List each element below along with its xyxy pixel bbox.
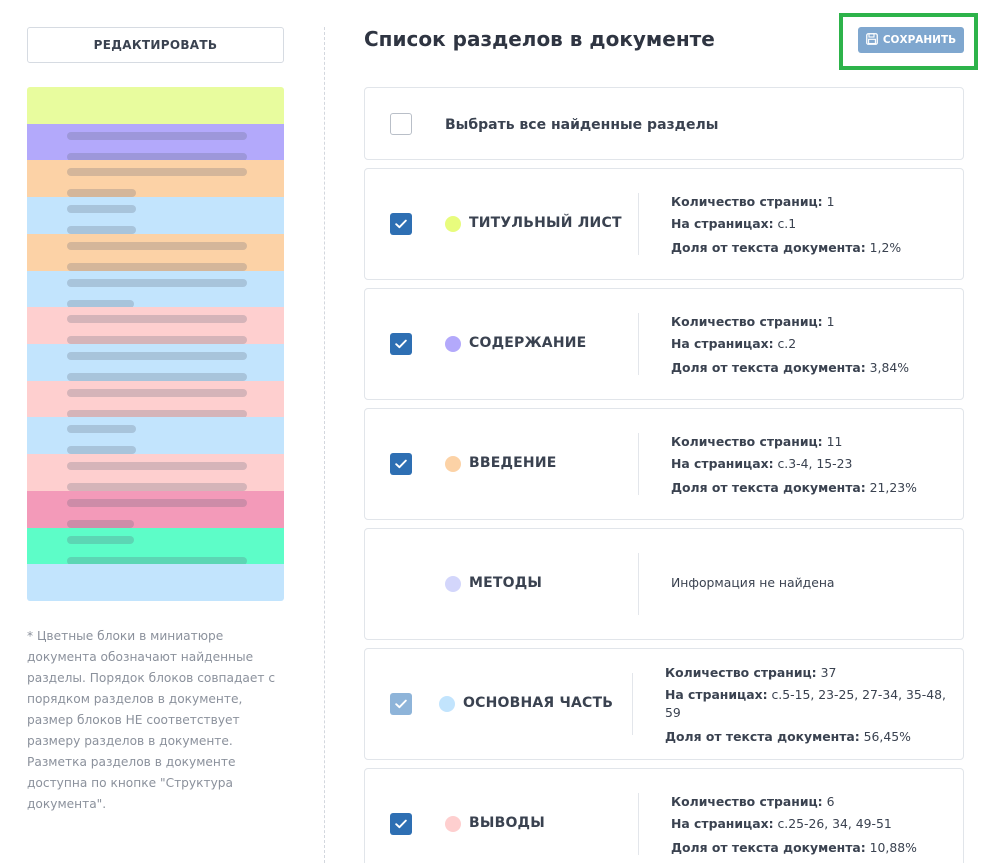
section-separator — [638, 193, 639, 255]
checkmark-icon — [395, 459, 407, 469]
section-color-dot — [439, 696, 455, 712]
section-name: ОСНОВНАЯ ЧАСТЬ — [463, 695, 614, 711]
section-name: ТИТУЛЬНЫЙ ЛИСТ — [469, 215, 622, 231]
minimap-block — [27, 270, 284, 308]
minimap-text-line — [67, 388, 247, 397]
save-button-label: СОХРАНИТЬ — [882, 34, 957, 46]
minimap-block — [27, 417, 284, 455]
pages-count-line: Количество страниц: 37 — [665, 665, 837, 680]
section-row: ВВЕДЕНИЕ Количество страниц: 11 На страниц… — [364, 408, 964, 520]
section-name: ВЫВОДЫ — [469, 815, 545, 831]
minimap-text-line — [67, 241, 247, 250]
share-line: Доля от текста документа: 10,88% — [671, 840, 917, 855]
section-separator — [632, 673, 633, 735]
minimap-text-line — [67, 205, 137, 214]
section-color-dot — [445, 456, 461, 472]
section-row: МЕТОДЫ Информация не найдена — [364, 528, 964, 640]
checkmark-icon — [395, 699, 407, 709]
select-all-label: Выбрать все найденные разделы — [445, 117, 719, 133]
section-checkbox[interactable] — [390, 213, 412, 235]
share-line: Доля от текста документа: 3,84% — [671, 360, 910, 375]
minimap-text-line — [67, 315, 247, 324]
section-name: МЕТОДЫ — [469, 575, 543, 591]
on-pages-line: На страницах: с.2 — [671, 336, 797, 351]
checkmark-icon — [395, 819, 407, 829]
checkmark-icon — [395, 219, 407, 229]
section-separator — [638, 313, 639, 375]
minimap-block — [27, 490, 284, 529]
pages-count-line: Количество страниц: 6 — [671, 794, 835, 809]
section-row: ВЫВОДЫ Количество страниц: 6 На страницах:… — [364, 768, 964, 863]
section-separator — [638, 433, 639, 495]
minimap-block — [27, 233, 284, 272]
minimap-text-line — [67, 462, 247, 471]
floppy-disk-icon — [865, 32, 878, 48]
minimap-block — [27, 197, 284, 235]
page-title: Список разделов в документе — [364, 27, 715, 51]
minimap-text-line — [67, 425, 137, 434]
pages-count-line: Количество страниц: 11 — [671, 434, 843, 449]
save-button[interactable]: СОХРАНИТЬ — [858, 27, 964, 53]
section-color-dot — [445, 216, 461, 232]
section-color-dot — [445, 336, 461, 352]
on-pages-line: На страницах: с.5-15, 23-25, 27-34, 35-4… — [665, 687, 946, 720]
section-color-dot — [445, 576, 461, 592]
minimap-block — [27, 160, 284, 198]
section-name: ВВЕДЕНИЕ — [469, 455, 557, 471]
section-info: Количество страниц: 11 На страницах: с.3-… — [671, 430, 956, 499]
minimap-text-line — [67, 131, 247, 140]
select-all-row: Выбрать все найденные разделы — [364, 87, 964, 160]
minimap-block — [27, 87, 284, 125]
share-line: Доля от текста документа: 1,2% — [671, 240, 902, 255]
minimap-block — [27, 123, 284, 161]
edit-button[interactable]: РЕДАКТИРОВАТЬ — [27, 27, 284, 63]
section-row: ОСНОВНАЯ ЧАСТЬ Количество страниц: 37 На с… — [364, 648, 964, 760]
minimap-text-line — [67, 168, 247, 177]
on-pages-line: На страницах: с.1 — [671, 216, 797, 231]
minimap-block — [27, 380, 284, 418]
minimap-block — [27, 344, 284, 382]
minimap-text-line — [67, 535, 134, 544]
not-found-text: Информация не найдена — [671, 575, 835, 590]
minimap-block — [27, 564, 284, 601]
pages-count-line: Количество страниц: 1 — [671, 314, 835, 329]
section-checkbox[interactable] — [390, 453, 412, 475]
section-info: Количество страниц: 6 На страницах: с.25-… — [671, 790, 956, 859]
section-row: ТИТУЛЬНЫЙ ЛИСТ Количество страниц: 1 На ст… — [364, 168, 964, 280]
section-color-dot — [445, 816, 461, 832]
minimap-block — [27, 307, 284, 345]
select-all-checkbox[interactable] — [390, 113, 412, 135]
section-info: Количество страниц: 1 На страницах: с.1 До… — [671, 190, 956, 259]
on-pages-line: На страницах: с.25-26, 34, 49-51 — [671, 816, 892, 831]
minimap-text-line — [67, 278, 247, 287]
section-checkbox[interactable] — [390, 693, 412, 715]
share-line: Доля от текста документа: 21,23% — [671, 480, 917, 495]
section-checkbox[interactable] — [390, 333, 412, 355]
share-line: Доля от текста документа: 56,45% — [665, 729, 911, 744]
minimap-block — [27, 527, 284, 565]
document-minimap — [27, 87, 284, 601]
section-info: Количество страниц: 1 На страницах: с.2 До… — [671, 310, 956, 379]
minimap-text-line — [67, 352, 247, 360]
section-separator — [638, 553, 639, 615]
section-separator — [638, 793, 639, 855]
minimap-footnote: * Цветные блоки в миниатюре документа об… — [27, 629, 276, 811]
section-info: Количество страниц: 37 На страницах: с.5-… — [665, 661, 950, 748]
pages-count-line: Количество страниц: 1 — [671, 194, 835, 209]
section-row: СОДЕРЖАНИЕ Количество страниц: 1 На страни… — [364, 288, 964, 400]
section-name: СОДЕРЖАНИЕ — [469, 335, 587, 351]
minimap-text-line — [67, 498, 247, 507]
checkmark-icon — [395, 339, 407, 349]
column-divider — [324, 27, 325, 863]
on-pages-line: На страницах: с.3-4, 15-23 — [671, 456, 853, 471]
section-checkbox[interactable] — [390, 813, 412, 835]
minimap-block — [27, 454, 284, 492]
